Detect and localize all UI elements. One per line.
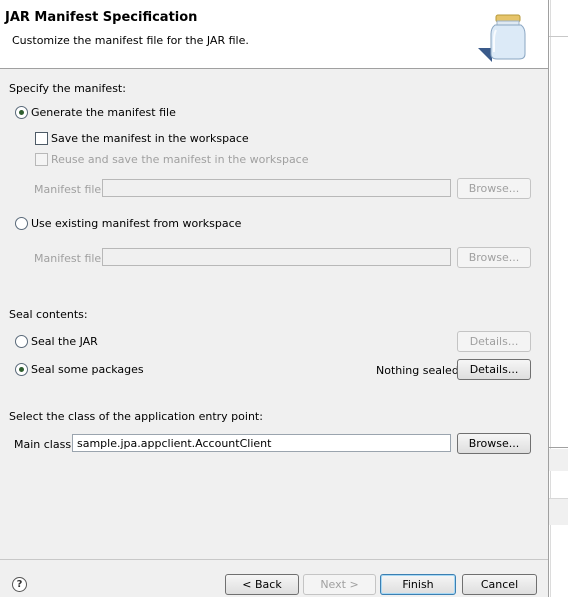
save-manifest-label[interactable]: Save the manifest in the workspace	[51, 132, 249, 145]
use-existing-manifest-label[interactable]: Use existing manifest from workspace	[31, 217, 241, 230]
main-class-label: Main class:	[14, 438, 75, 451]
seal-jar-details-button[interactable]: Details...	[457, 331, 531, 352]
manifest-file-input[interactable]	[102, 179, 451, 197]
background-window-strip	[549, 0, 568, 597]
manifest-file-label: Manifest file:	[34, 183, 105, 196]
main-class-input[interactable]: sample.jpa.appclient.AccountClient	[72, 434, 451, 452]
seal-packages-details-button[interactable]: Details...	[457, 359, 531, 380]
main-class-browse-button[interactable]: Browse...	[457, 433, 531, 454]
page-title: JAR Manifest Specification	[5, 10, 198, 25]
next-button[interactable]: Next >	[303, 574, 376, 595]
manifest-section-label: Specify the manifest:	[9, 82, 126, 95]
reuse-manifest-checkbox[interactable]	[35, 153, 48, 166]
use-existing-manifest-radio[interactable]	[15, 217, 28, 230]
seal-jar-label[interactable]: Seal the JAR	[31, 335, 98, 348]
finish-button[interactable]: Finish	[380, 574, 456, 595]
reuse-manifest-label[interactable]: Reuse and save the manifest in the works…	[51, 153, 309, 166]
help-icon[interactable]: ?	[12, 577, 27, 592]
save-manifest-checkbox[interactable]	[35, 132, 48, 145]
jar-export-dialog: JAR Manifest Specification Customize the…	[0, 0, 549, 597]
footer-separator	[0, 559, 548, 560]
wizard-header: JAR Manifest Specification Customize the…	[0, 0, 548, 69]
seal-jar-radio[interactable]	[15, 335, 28, 348]
seal-some-packages-radio[interactable]	[15, 363, 28, 376]
existing-manifest-browse-button[interactable]: Browse...	[457, 247, 531, 268]
back-button[interactable]: < Back	[225, 574, 299, 595]
jar-icon	[478, 14, 526, 62]
cancel-button[interactable]: Cancel	[462, 574, 537, 595]
seal-section-label: Seal contents:	[9, 308, 88, 321]
page-description: Customize the manifest file for the JAR …	[12, 34, 249, 47]
seal-some-packages-label[interactable]: Seal some packages	[31, 363, 144, 376]
seal-status-text: Nothing sealed	[376, 364, 459, 377]
generate-manifest-label[interactable]: Generate the manifest file	[31, 106, 176, 119]
existing-manifest-file-input[interactable]	[102, 248, 451, 266]
generate-manifest-radio[interactable]	[15, 106, 28, 119]
entry-point-section-label: Select the class of the application entr…	[9, 410, 263, 423]
existing-manifest-file-label: Manifest file:	[34, 252, 105, 265]
manifest-browse-button[interactable]: Browse...	[457, 178, 531, 199]
